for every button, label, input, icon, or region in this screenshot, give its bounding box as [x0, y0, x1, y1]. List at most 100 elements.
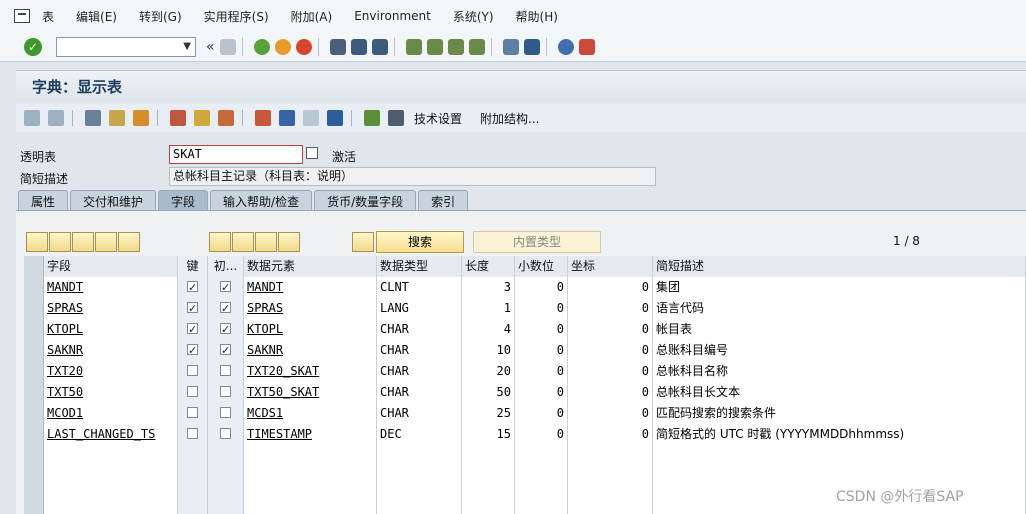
empty-cell[interactable] — [244, 466, 377, 487]
col-data-element[interactable]: 数据元素 — [244, 256, 377, 277]
empty-cell[interactable] — [568, 487, 653, 508]
key-checkbox[interactable] — [187, 320, 198, 340]
copy-icon[interactable] — [306, 147, 318, 159]
col-length[interactable]: 长度 — [462, 256, 515, 277]
find-next-icon[interactable] — [371, 38, 388, 55]
data-element-cell[interactable]: MANDT — [244, 277, 377, 298]
empty-cell[interactable] — [568, 466, 653, 487]
app-menu-icon[interactable] — [14, 9, 30, 23]
field-name-cell[interactable]: KTOPL — [44, 319, 178, 340]
empty-cell[interactable] — [178, 466, 208, 487]
col-short-desc[interactable]: 简短描述 — [653, 256, 1026, 277]
initial-cell[interactable] — [208, 277, 244, 298]
row-selector[interactable] — [24, 361, 44, 382]
menu-extras[interactable]: 附加(A) — [291, 8, 333, 25]
new-session-icon[interactable] — [502, 38, 519, 55]
row-selector[interactable] — [24, 445, 44, 466]
display-change-icon[interactable] — [85, 110, 101, 126]
menu-utilities[interactable]: 实用程序(S) — [204, 8, 269, 25]
back-arrow-icon[interactable] — [24, 110, 40, 126]
row-selector[interactable] — [24, 277, 44, 298]
select-all-cell[interactable] — [24, 256, 44, 277]
search-button[interactable]: 搜索 — [376, 231, 464, 253]
next-page-icon[interactable] — [447, 38, 464, 55]
activate-icon[interactable] — [170, 110, 186, 126]
initial-cell[interactable] — [208, 319, 244, 340]
empty-cell[interactable] — [178, 508, 208, 514]
initial-cell[interactable] — [208, 403, 244, 424]
col-key[interactable]: 键 — [178, 256, 208, 277]
document-icon[interactable] — [303, 110, 319, 126]
select-all-icon[interactable] — [232, 232, 254, 252]
empty-cell[interactable] — [377, 466, 462, 487]
empty-cell[interactable] — [462, 466, 515, 487]
key-cell[interactable] — [178, 319, 208, 340]
empty-cell[interactable] — [515, 508, 568, 514]
data-element-cell[interactable]: SAKNR — [244, 340, 377, 361]
row-selector[interactable] — [24, 340, 44, 361]
col-field[interactable]: 字段 — [44, 256, 178, 277]
data-element-cell[interactable]: TXT20_SKAT — [244, 361, 377, 382]
data-element-cell[interactable]: TIMESTAMP — [244, 424, 377, 445]
shortcut-icon[interactable] — [523, 38, 540, 55]
data-element-cell[interactable]: TXT50_SKAT — [244, 382, 377, 403]
row-selector[interactable] — [24, 466, 44, 487]
delete-row-icon[interactable] — [118, 232, 140, 252]
field-name-cell[interactable]: TXT50 — [44, 382, 178, 403]
row-selector[interactable] — [24, 382, 44, 403]
enter-check-icon[interactable]: ✓ — [24, 37, 42, 56]
empty-cell[interactable] — [208, 466, 244, 487]
row-selector[interactable] — [24, 298, 44, 319]
other-object-icon[interactable] — [109, 110, 125, 126]
empty-cell[interactable] — [244, 445, 377, 466]
field-name-cell[interactable]: MANDT — [44, 277, 178, 298]
initial-cell[interactable] — [208, 361, 244, 382]
empty-cell[interactable] — [208, 487, 244, 508]
initial-cell[interactable] — [208, 382, 244, 403]
empty-cell[interactable] — [244, 487, 377, 508]
help-icon[interactable] — [557, 38, 574, 55]
menu-edit[interactable]: 编辑(E) — [76, 8, 117, 25]
customize-layout-icon[interactable] — [578, 38, 595, 55]
chevron-down-icon[interactable]: ▼ — [183, 41, 191, 52]
builtin-type-button[interactable]: 内置类型 — [473, 231, 601, 253]
initial-value-checkbox[interactable] — [220, 341, 231, 361]
row-selector[interactable] — [24, 424, 44, 445]
cut-icon[interactable] — [26, 232, 48, 252]
empty-cell[interactable] — [568, 508, 653, 514]
filter-icon[interactable] — [209, 232, 231, 252]
key-checkbox[interactable] — [187, 341, 198, 361]
tab-attributes[interactable]: 属性 — [18, 190, 69, 210]
key-cell[interactable] — [178, 277, 208, 298]
previous-page-icon[interactable] — [426, 38, 443, 55]
empty-cell[interactable] — [515, 487, 568, 508]
first-page-icon[interactable] — [405, 38, 422, 55]
empty-cell[interactable] — [653, 466, 1026, 487]
sort-icon[interactable] — [278, 232, 300, 252]
empty-cell[interactable] — [515, 466, 568, 487]
empty-cell[interactable] — [178, 445, 208, 466]
empty-cell[interactable] — [178, 487, 208, 508]
field-name-cell[interactable]: TXT20 — [44, 361, 178, 382]
exit-icon[interactable] — [274, 38, 291, 55]
key-icon[interactable] — [352, 232, 374, 252]
initial-value-checkbox[interactable] — [220, 278, 231, 298]
empty-cell[interactable] — [462, 508, 515, 514]
data-element-cell[interactable]: SPRAS — [244, 298, 377, 319]
key-cell[interactable] — [178, 403, 208, 424]
key-cell[interactable] — [178, 424, 208, 445]
empty-cell[interactable] — [208, 445, 244, 466]
initial-cell[interactable] — [208, 298, 244, 319]
field-name-cell[interactable]: SAKNR — [44, 340, 178, 361]
key-cell[interactable] — [178, 361, 208, 382]
empty-cell[interactable] — [462, 487, 515, 508]
key-cell[interactable] — [178, 298, 208, 319]
object-list-icon[interactable] — [218, 110, 234, 126]
table-icon[interactable] — [388, 110, 404, 126]
key-checkbox[interactable] — [187, 386, 198, 397]
initial-value-checkbox[interactable] — [220, 386, 231, 397]
empty-cell[interactable] — [44, 466, 178, 487]
menu-system[interactable]: 系统(Y) — [453, 8, 494, 25]
cancel-icon[interactable] — [295, 38, 312, 55]
structure-icon[interactable] — [364, 110, 380, 126]
